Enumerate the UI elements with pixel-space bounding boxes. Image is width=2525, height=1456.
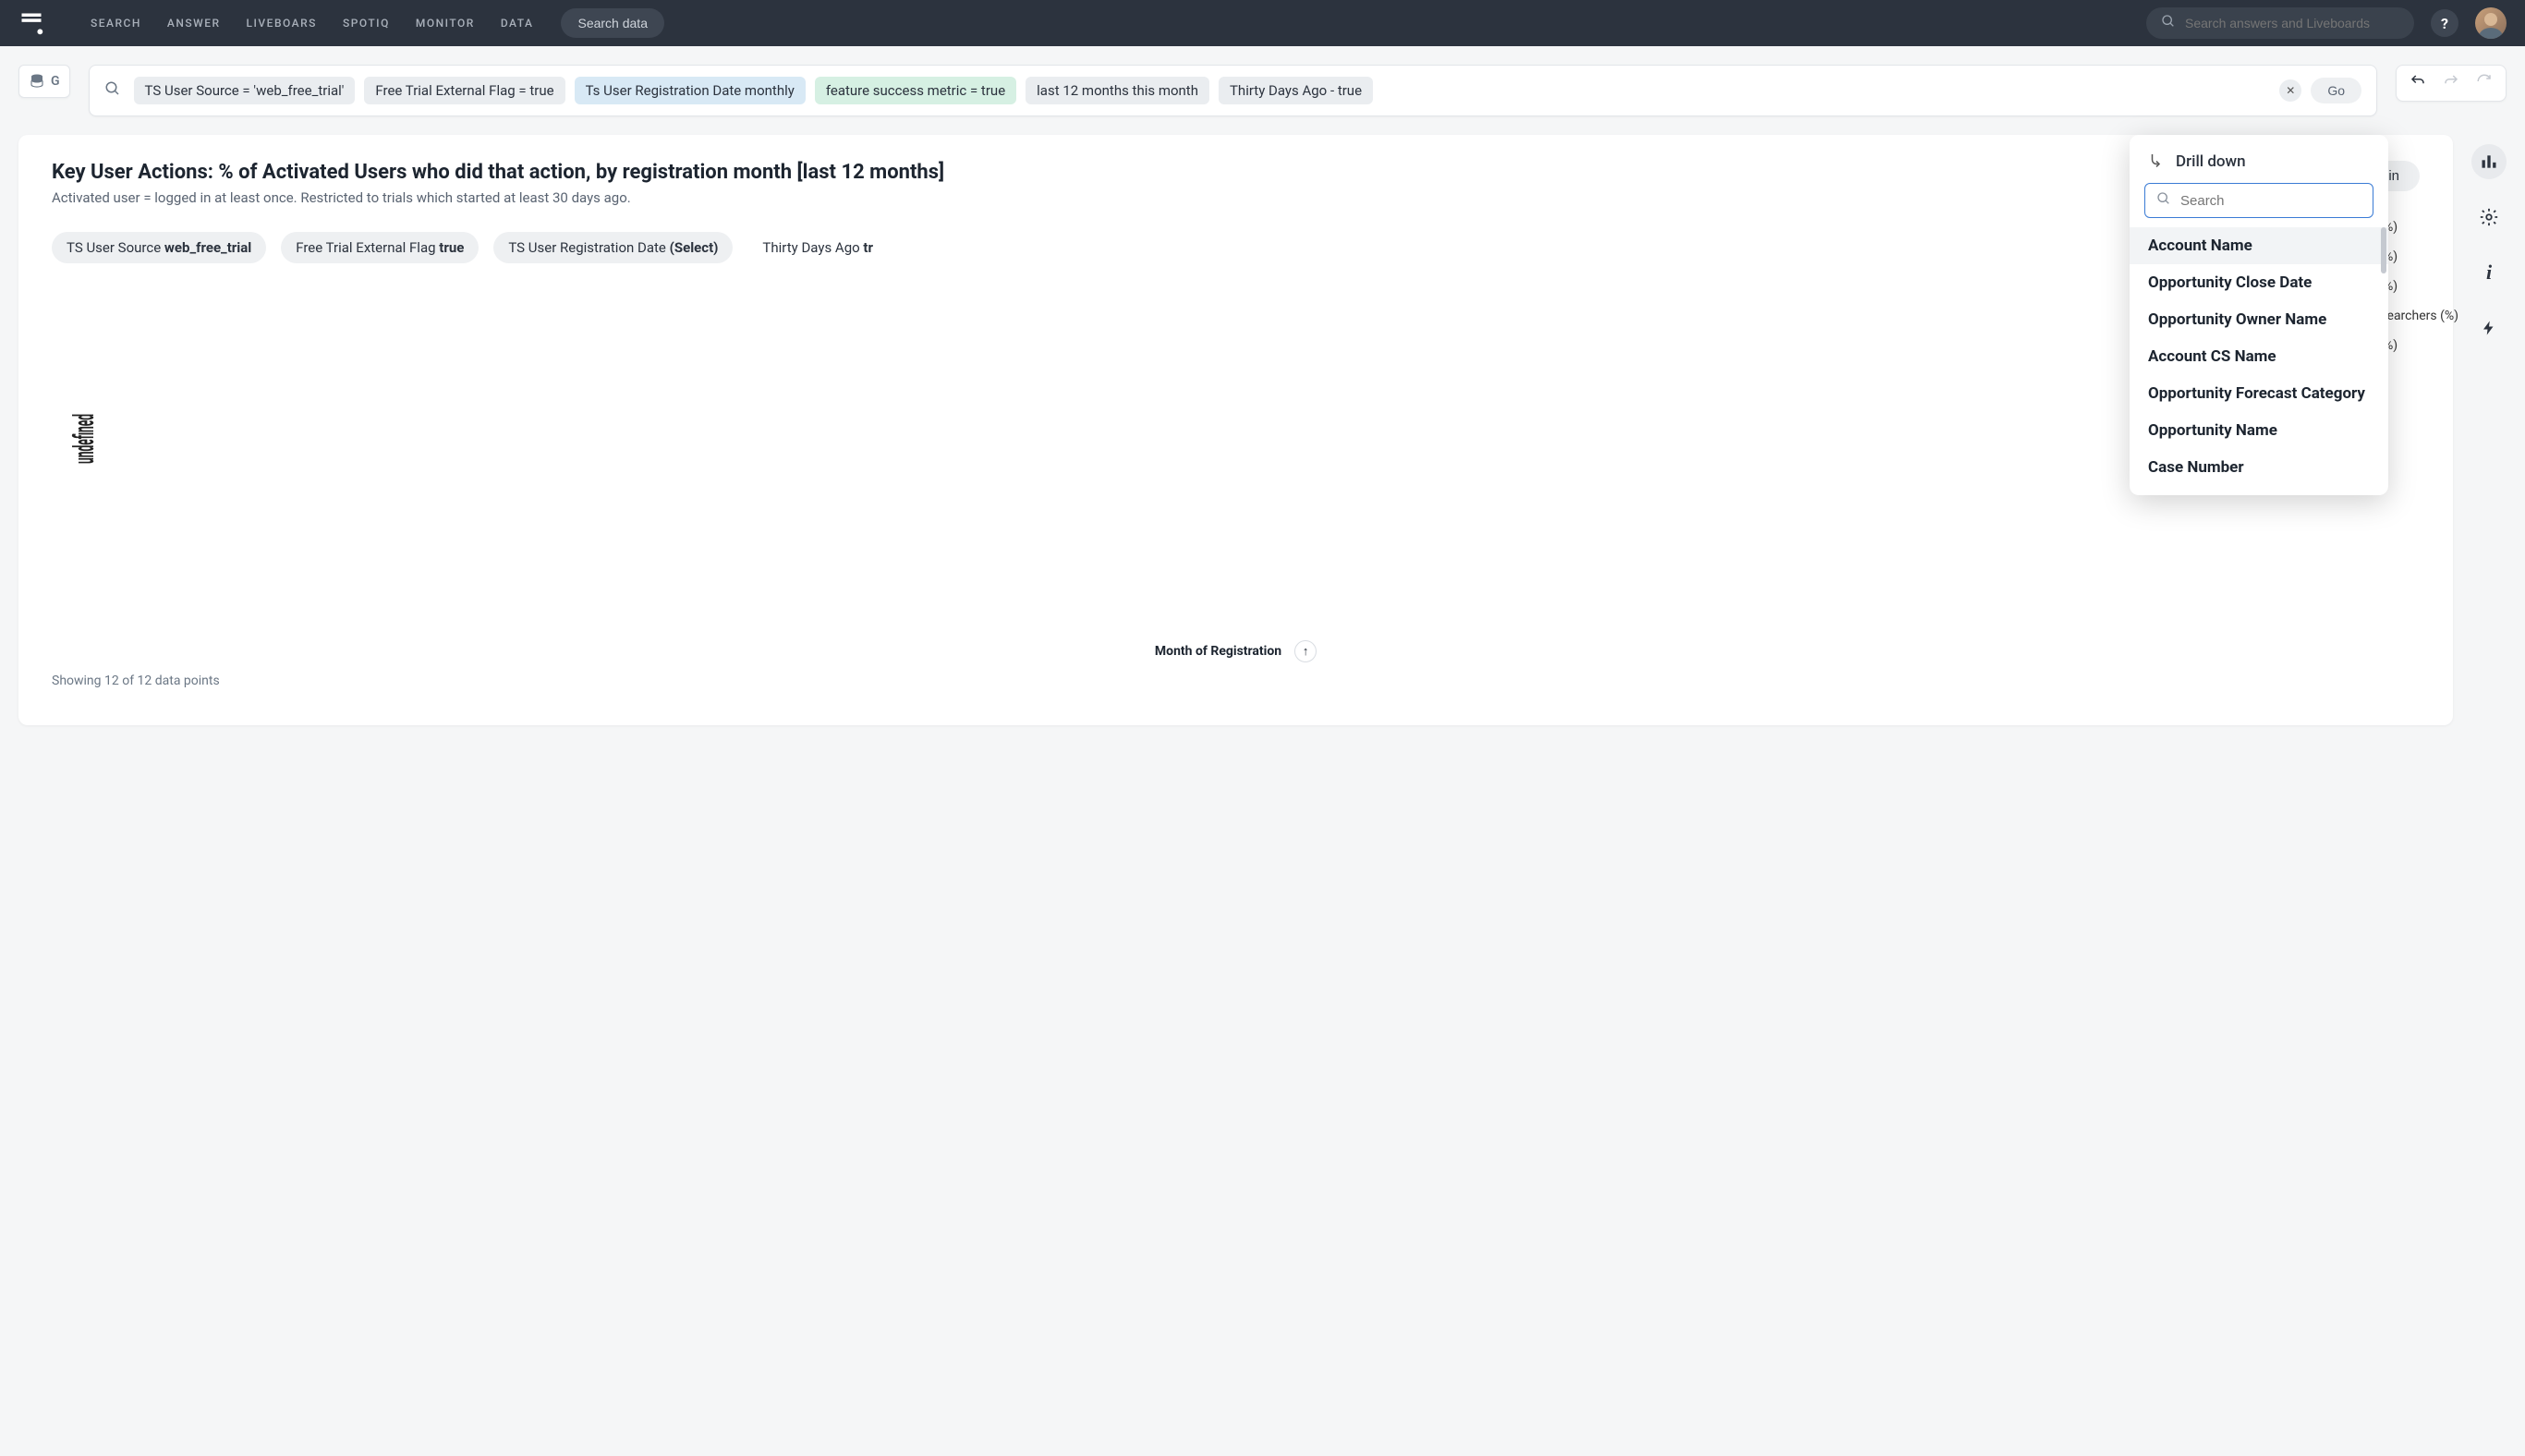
chart[interactable]: undefinedShare of Users with Key Actions…	[52, 282, 2420, 688]
drilldown-item[interactable]: Opportunity Owner Name	[2130, 301, 2388, 338]
query-token[interactable]: Thirty Days Ago - true	[1219, 77, 1373, 104]
drilldown-item[interactable]: Account Name	[2130, 227, 2388, 264]
redo-icon[interactable]	[2443, 73, 2459, 93]
search-icon	[2161, 14, 2176, 32]
drilldown-item[interactable]: Opportunity Name	[2130, 412, 2388, 449]
nav-link-search[interactable]: SEARCH	[91, 17, 141, 30]
drilldown-search-input[interactable]	[2180, 193, 2364, 209]
global-search-input[interactable]	[2185, 16, 2399, 30]
drilldown-item[interactable]: Opportunity Close Date	[2130, 264, 2388, 301]
search-icon	[104, 80, 121, 101]
search-icon	[2156, 191, 2171, 210]
clear-query-button[interactable]: ✕	[2279, 79, 2301, 102]
search-data-button[interactable]: Search data	[561, 8, 664, 38]
datasource-chip[interactable]: G	[18, 65, 70, 98]
filter-chip[interactable]: TS User Source web_free_trial	[52, 232, 266, 263]
database-icon	[29, 73, 45, 90]
nav-links: SEARCH ANSWER LIVEBOARS SPOTIQ MONITOR DATA	[91, 17, 533, 30]
drilldown-arrow-icon	[2148, 152, 2165, 172]
spotiq-button[interactable]	[2471, 310, 2507, 346]
topbar: SEARCH ANSWER LIVEBOARS SPOTIQ MONITOR DATA S…	[0, 0, 2525, 46]
nav-link-monitor[interactable]: MONITOR	[416, 17, 475, 30]
answer-card: Key User Actions: % of Activated Users w…	[18, 135, 2453, 725]
query-token[interactable]: TS User Source = 'web_free_trial'	[134, 77, 356, 104]
chart-type-button[interactable]	[2471, 144, 2507, 179]
query-token[interactable]: feature success metric = true	[815, 77, 1016, 104]
side-rail: i	[2471, 135, 2507, 346]
drilldown-item[interactable]: Account CS Name	[2130, 338, 2388, 375]
refresh-icon[interactable]	[2476, 73, 2493, 93]
drilldown-list: Account NameOpportunity Close DateOpport…	[2130, 227, 2388, 486]
settings-button[interactable]	[2471, 200, 2507, 235]
info-button[interactable]: i	[2471, 255, 2507, 290]
nav-link-data[interactable]: DATA	[501, 17, 534, 30]
filter-chip[interactable]: Free Trial External Flag true	[281, 232, 479, 263]
datasource-letter: G	[51, 74, 60, 89]
filter-chip[interactable]: TS User Registration Date (Select)	[493, 232, 733, 263]
nav-link-liveboars[interactable]: LIVEBOARS	[247, 17, 317, 30]
answer-title: Key User Actions: % of Activated Users w…	[52, 161, 2340, 184]
query-token[interactable]: Free Trial External Flag = true	[364, 77, 564, 104]
help-button[interactable]: ?	[2431, 9, 2458, 37]
filter-chip[interactable]: Thirty Days Ago tr	[747, 232, 888, 263]
scrollbar-thumb[interactable]	[2381, 227, 2386, 273]
nav-link-spotiq[interactable]: SPOTIQ	[343, 17, 390, 30]
global-search[interactable]	[2146, 7, 2414, 39]
filter-chips: TS User Source web_free_trial Free Trial …	[52, 232, 2420, 263]
drilldown-popup: Drill down Account NameOpportunity Close…	[2130, 135, 2388, 495]
nav-link-answer[interactable]: ANSWER	[167, 17, 221, 30]
drilldown-search[interactable]	[2144, 183, 2373, 218]
drilldown-item[interactable]: Opportunity Forecast Category	[2130, 375, 2388, 412]
app-logo[interactable]	[18, 10, 44, 36]
go-button[interactable]: Go	[2311, 78, 2361, 103]
query-token[interactable]: Ts User Registration Date monthly	[575, 77, 806, 104]
query-bar[interactable]: TS User Source = 'web_free_trial' Free Tr…	[89, 65, 2377, 116]
drilldown-item[interactable]: Case Number	[2130, 449, 2388, 486]
undo-icon[interactable]	[2410, 73, 2426, 93]
query-token[interactable]: last 12 months this month	[1026, 77, 1209, 104]
data-points-footer: Showing 12 of 12 data points	[52, 673, 2420, 688]
x-axis-label: Month of Registration	[1155, 644, 1281, 659]
history-controls	[2396, 65, 2507, 102]
sort-button[interactable]: ↑	[1294, 640, 1317, 662]
drilldown-title: Drill down	[2176, 152, 2246, 171]
answer-subtitle: Activated user = logged in at least once…	[52, 189, 2340, 206]
avatar[interactable]	[2475, 7, 2507, 39]
svg-text:undefinedShare of Users with K: undefinedShare of Users with Key Actions…	[68, 414, 101, 464]
